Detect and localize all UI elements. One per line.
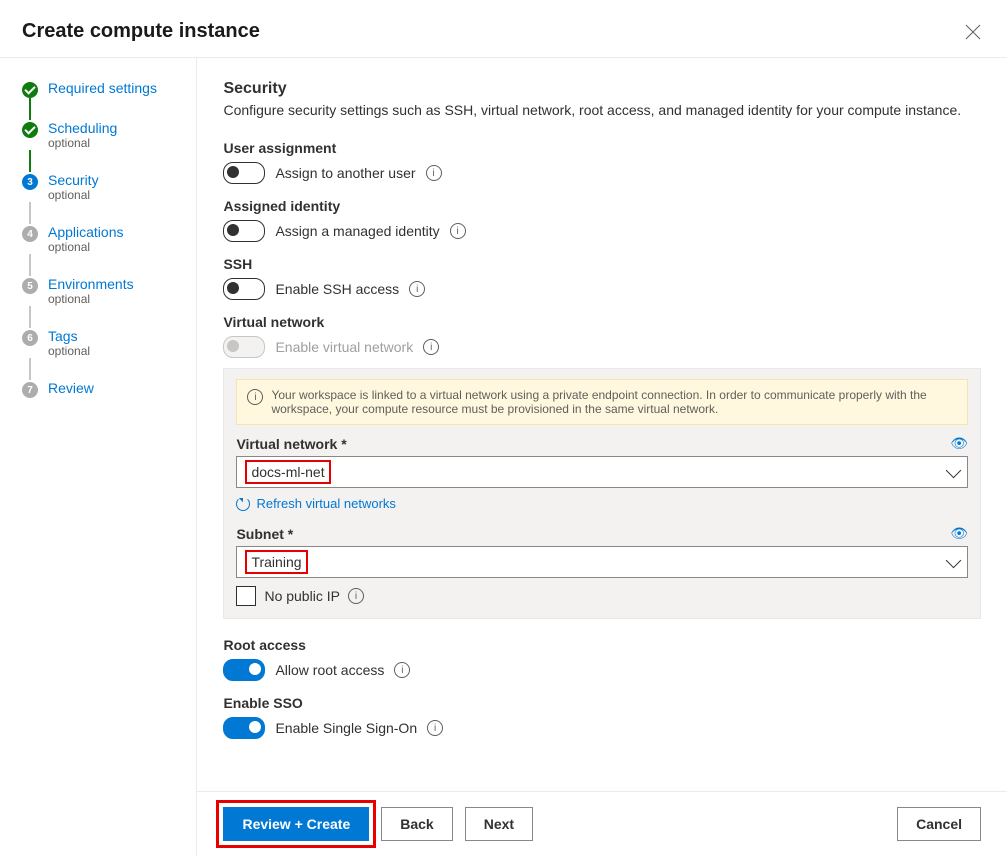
vnet-select[interactable]: docs-ml-net [236,456,968,488]
back-button[interactable]: Back [381,807,452,841]
preview-icon[interactable]: 👁 [950,435,968,452]
toggle-label: Enable Single Sign-On [275,720,417,736]
sidebar-step-applications[interactable]: 4 Applications optional [22,224,188,254]
no-public-ip-label: No public IP [264,588,339,604]
step-number-icon: 6 [22,330,38,346]
step-label: Security [48,172,99,188]
step-optional: optional [48,240,124,254]
vnet-block: i Your workspace is linked to a virtual … [223,368,981,619]
step-number-icon: 4 [22,226,38,242]
info-banner: i Your workspace is linked to a virtual … [236,379,968,425]
toggle-label: Enable SSH access [275,281,399,297]
step-connector [29,306,31,328]
check-icon [22,122,38,138]
step-label: Applications [48,224,124,240]
info-icon[interactable]: i [409,281,425,297]
step-connector [29,358,31,380]
info-icon: i [247,389,263,405]
sidebar-step-review[interactable]: 7 Review [22,380,188,398]
subnet-select-value: Training [245,550,307,574]
panel: Create compute instance Required setting… [0,0,1007,856]
section-description: Configure security settings such as SSH,… [223,102,981,118]
info-icon[interactable]: i [426,165,442,181]
toggle-label: Allow root access [275,662,384,678]
cancel-button[interactable]: Cancel [897,807,981,841]
next-button[interactable]: Next [465,807,533,841]
info-icon[interactable]: i [427,720,443,736]
info-banner-text: Your workspace is linked to a virtual ne… [271,388,957,416]
sidebar-step-tags[interactable]: 6 Tags optional [22,328,188,358]
step-connector [29,202,31,224]
no-public-ip-checkbox[interactable] [236,586,256,606]
panel-body: Required settings Scheduling optional 3 … [0,57,1007,856]
step-label: Tags [48,328,90,344]
toggle-label: Enable virtual network [275,339,413,355]
field-label-vnet: Virtual network * [236,436,346,452]
step-label: Review [48,380,94,396]
check-icon [22,82,38,98]
step-optional: optional [48,188,99,202]
toggle-ssh[interactable] [223,278,265,300]
subnet-select[interactable]: Training [236,546,968,578]
toggle-sso[interactable] [223,717,265,739]
field-label-subnet: Subnet * [236,526,293,542]
group-title-vnet: Virtual network [223,314,981,330]
toggle-root-access[interactable] [223,659,265,681]
sidebar-step-environments[interactable]: 5 Environments optional [22,276,188,306]
step-connector [29,254,31,276]
info-icon[interactable]: i [394,662,410,678]
refresh-icon [236,497,250,511]
review-create-button[interactable]: Review + Create [223,807,369,841]
step-label: Environments [48,276,134,292]
section-title: Security [223,80,981,98]
chevron-down-icon [946,462,962,478]
refresh-vnets-link[interactable]: Refresh virtual networks [236,496,968,511]
info-icon[interactable]: i [450,223,466,239]
step-connector [29,98,31,120]
page-title: Create compute instance [22,20,260,43]
toggle-label: Assign to another user [275,165,415,181]
step-label: Scheduling [48,120,117,136]
step-number-icon: 3 [22,174,38,190]
info-icon[interactable]: i [423,339,439,355]
toggle-assign-another-user[interactable] [223,162,265,184]
toggle-managed-identity[interactable] [223,220,265,242]
step-number-icon: 7 [22,382,38,398]
info-icon[interactable]: i [348,588,364,604]
toggle-vnet [223,336,265,358]
step-optional: optional [48,292,134,306]
step-optional: optional [48,136,117,150]
group-title-sso: Enable SSO [223,695,981,711]
step-connector [29,150,31,172]
sidebar: Required settings Scheduling optional 3 … [0,58,197,856]
step-optional: optional [48,344,90,358]
preview-icon[interactable]: 👁 [950,525,968,542]
group-title-assigned-identity: Assigned identity [223,198,981,214]
sidebar-step-required-settings[interactable]: Required settings [22,80,188,98]
panel-header: Create compute instance [0,0,1007,57]
group-title-ssh: SSH [223,256,981,272]
refresh-vnets-link-text: Refresh virtual networks [256,496,395,511]
content: Security Configure security settings suc… [197,58,1007,856]
group-title-root-access: Root access [223,637,981,653]
sidebar-step-scheduling[interactable]: Scheduling optional [22,120,188,150]
sidebar-step-security[interactable]: 3 Security optional [22,172,188,202]
chevron-down-icon [946,552,962,568]
group-title-user-assignment: User assignment [223,140,981,156]
toggle-label: Assign a managed identity [275,223,439,239]
step-label: Required settings [48,80,157,96]
vnet-select-value: docs-ml-net [245,460,330,484]
close-icon[interactable] [965,24,981,40]
step-number-icon: 5 [22,278,38,294]
